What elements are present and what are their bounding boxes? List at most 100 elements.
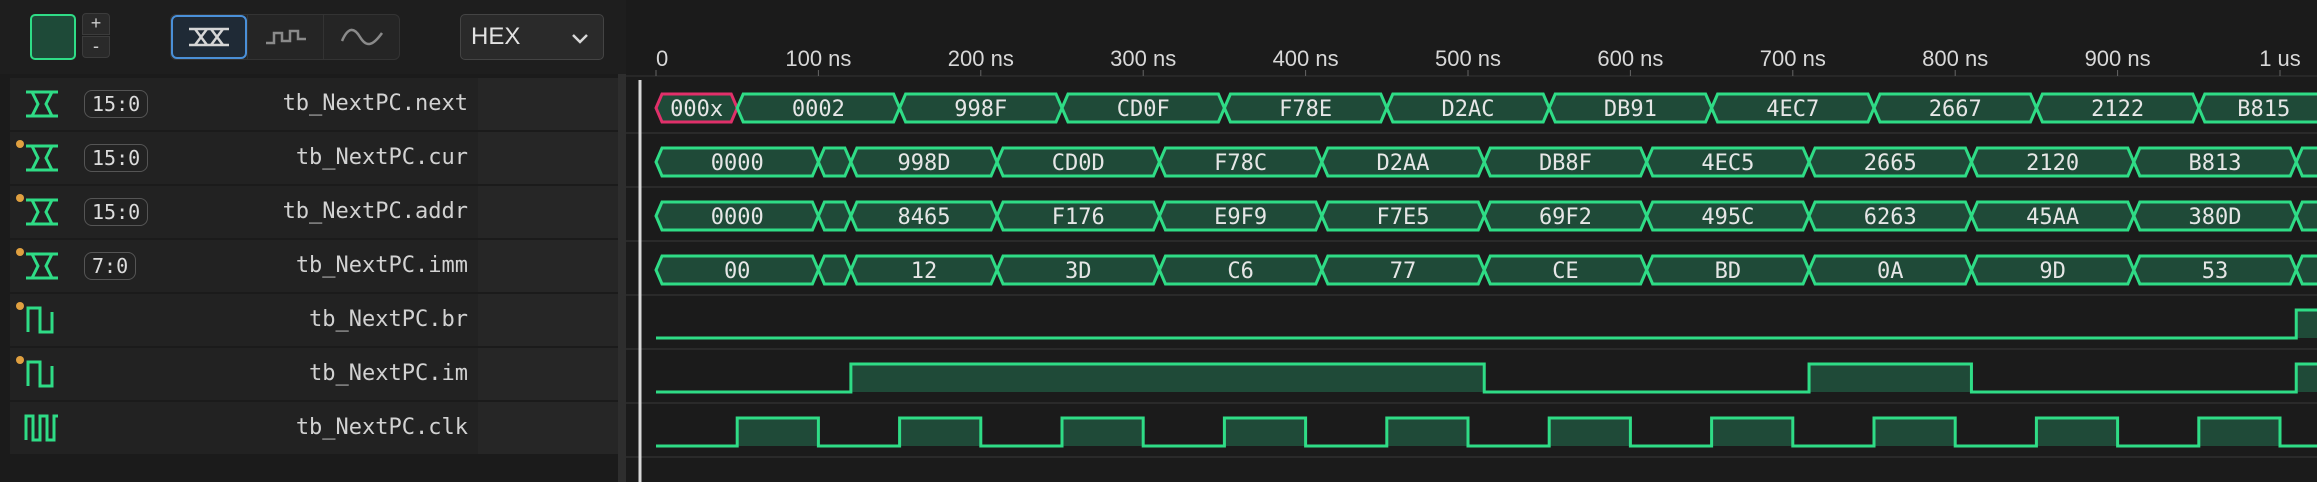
bit-signal-icon bbox=[26, 360, 54, 388]
bus-value-label: 53 bbox=[2202, 259, 2229, 284]
signal-color-swatch[interactable] bbox=[30, 14, 76, 60]
signal-marker-dot bbox=[16, 194, 24, 202]
signal-value-cell bbox=[478, 348, 618, 400]
signal-row[interactable]: 7:0 tb_NextPC.imm bbox=[10, 240, 618, 292]
signal-name: tb_NextPC.imm bbox=[295, 253, 468, 278]
bus-segment[interactable] bbox=[2294, 254, 2317, 286]
step-mode-button[interactable] bbox=[247, 15, 323, 59]
bus-value-label: 9D bbox=[2039, 259, 2066, 284]
bus-value-label: CD0F bbox=[1117, 97, 1170, 122]
bus-value-label: 4EC5 bbox=[1701, 151, 1754, 176]
time-tick-label: 600 ns bbox=[1597, 46, 1663, 71]
time-tick-label: 700 ns bbox=[1760, 46, 1826, 71]
bit-range-badge[interactable]: 15:0 bbox=[84, 90, 149, 118]
analog-mode-button[interactable] bbox=[323, 15, 399, 59]
time-tick-label: 1 us bbox=[2259, 46, 2301, 71]
bus-value-label: 6263 bbox=[1864, 205, 1917, 230]
bus-value-label: 998D bbox=[897, 151, 950, 176]
bus-value-label: 0002 bbox=[792, 97, 845, 122]
bit-range-badge[interactable]: 15:0 bbox=[84, 198, 149, 226]
bus-value-label: DB91 bbox=[1604, 97, 1657, 122]
bus-value-label: B815 bbox=[2237, 97, 2290, 122]
signal-marker-dot bbox=[16, 248, 24, 256]
bus-value-label: D2AA bbox=[1377, 151, 1430, 176]
bus-segment[interactable] bbox=[2294, 200, 2317, 232]
step-icon bbox=[265, 29, 306, 45]
bus-value-label: 495C bbox=[1701, 205, 1754, 230]
signal-marker-dot bbox=[16, 302, 24, 310]
signal-row[interactable]: 15:0 tb_NextPC.next bbox=[10, 78, 618, 130]
decrease-height-button[interactable]: - bbox=[82, 36, 110, 58]
bit-range-badge[interactable]: 15:0 bbox=[84, 144, 149, 172]
signal-value-cell bbox=[478, 186, 618, 238]
signal-name: tb_NextPC.clk bbox=[295, 415, 468, 440]
bus-value-label: B813 bbox=[2189, 151, 2242, 176]
signal-value-cell bbox=[478, 294, 618, 346]
signal-row[interactable]: tb_NextPC.clk bbox=[10, 402, 618, 454]
bus-segment[interactable] bbox=[2294, 146, 2317, 178]
bus-value-label: BD bbox=[1715, 259, 1742, 284]
time-tick-label: 200 ns bbox=[948, 46, 1014, 71]
increase-height-button[interactable]: + bbox=[82, 13, 110, 35]
display-mode-group bbox=[170, 14, 400, 60]
signal-row[interactable]: tb_NextPC.im bbox=[10, 348, 618, 400]
bus-signal-icon bbox=[26, 252, 58, 280]
signal-row[interactable]: tb_NextPC.br bbox=[10, 294, 618, 346]
bit-range-badge[interactable]: 7:0 bbox=[84, 252, 137, 280]
bus-value-label: DB8F bbox=[1539, 151, 1592, 176]
sidebar-divider[interactable] bbox=[618, 74, 626, 482]
signal-value-cell bbox=[478, 78, 618, 130]
bus-value-label: F176 bbox=[1052, 205, 1105, 230]
waveform-viewer[interactable]: 0 100 ns 200 ns 300 ns 400 ns 500 ns 600 ns 700… bbox=[626, 0, 2317, 482]
signal-list: 15:0 tb_NextPC.next 15:0 tb_NextPC.cur 15:0 t… bbox=[10, 78, 618, 482]
signal-row[interactable]: 15:0 tb_NextPC.addr bbox=[10, 186, 618, 238]
time-tick-label: 0 bbox=[656, 46, 668, 71]
bus-value-label: 2665 bbox=[1864, 151, 1917, 176]
bus-value-label: 2120 bbox=[2026, 151, 2079, 176]
bus-value-label: 000x bbox=[670, 97, 723, 122]
bus-icon bbox=[189, 27, 229, 47]
bus-value-label: F78C bbox=[1214, 151, 1267, 176]
high-level-fill bbox=[2296, 310, 2317, 338]
signal-name: tb_NextPC.addr bbox=[282, 199, 468, 224]
radix-value: HEX bbox=[471, 23, 521, 50]
time-tick-label: 800 ns bbox=[1922, 46, 1988, 71]
bus-value-label: CE bbox=[1552, 259, 1579, 284]
bus-segment[interactable] bbox=[816, 254, 853, 286]
time-tick-label: 500 ns bbox=[1435, 46, 1501, 71]
bus-value-label: F7E5 bbox=[1377, 205, 1430, 230]
clock-signal-icon bbox=[24, 414, 58, 442]
bus-value-label: 0000 bbox=[711, 151, 764, 176]
analog-icon bbox=[340, 28, 383, 46]
signal-row[interactable]: 15:0 tb_NextPC.cur bbox=[10, 132, 618, 184]
time-tick-label: 100 ns bbox=[785, 46, 851, 71]
time-tick-label: 400 ns bbox=[1273, 46, 1339, 71]
signal-marker-dot bbox=[16, 140, 24, 148]
bus-value-label: 3D bbox=[1065, 259, 1092, 284]
signal-name: tb_NextPC.im bbox=[309, 361, 468, 386]
signal-marker-dot bbox=[16, 356, 24, 364]
bus-value-label: E9F9 bbox=[1214, 205, 1267, 230]
bus-value-label: CD0D bbox=[1052, 151, 1105, 176]
bus-value-label: 2667 bbox=[1929, 97, 1982, 122]
bus-signal-icon bbox=[26, 90, 58, 118]
radix-select[interactable]: HEX bbox=[460, 14, 604, 60]
bus-value-label: 2122 bbox=[2091, 97, 2144, 122]
bus-segment[interactable] bbox=[816, 200, 853, 232]
bus-signal-icon bbox=[26, 144, 58, 172]
signal-value-cell bbox=[478, 402, 618, 454]
bit-signal-icon bbox=[26, 306, 54, 334]
bus-value-label: 69F2 bbox=[1539, 205, 1592, 230]
bus-value-label: 998F bbox=[954, 97, 1007, 122]
time-tick-label: 900 ns bbox=[2085, 46, 2151, 71]
signal-value-cell bbox=[478, 240, 618, 292]
bus-value-label: 00 bbox=[724, 259, 751, 284]
bus-value-label: 380D bbox=[2189, 205, 2242, 230]
bus-value-label: 45AA bbox=[2026, 205, 2079, 230]
signal-value-cell bbox=[478, 132, 618, 184]
bus-value-label: 0A bbox=[1877, 259, 1904, 284]
bus-mode-button[interactable] bbox=[171, 15, 247, 59]
bus-value-label: F78E bbox=[1279, 97, 1332, 122]
bus-value-label: 0000 bbox=[711, 205, 764, 230]
bus-segment[interactable] bbox=[816, 146, 853, 178]
